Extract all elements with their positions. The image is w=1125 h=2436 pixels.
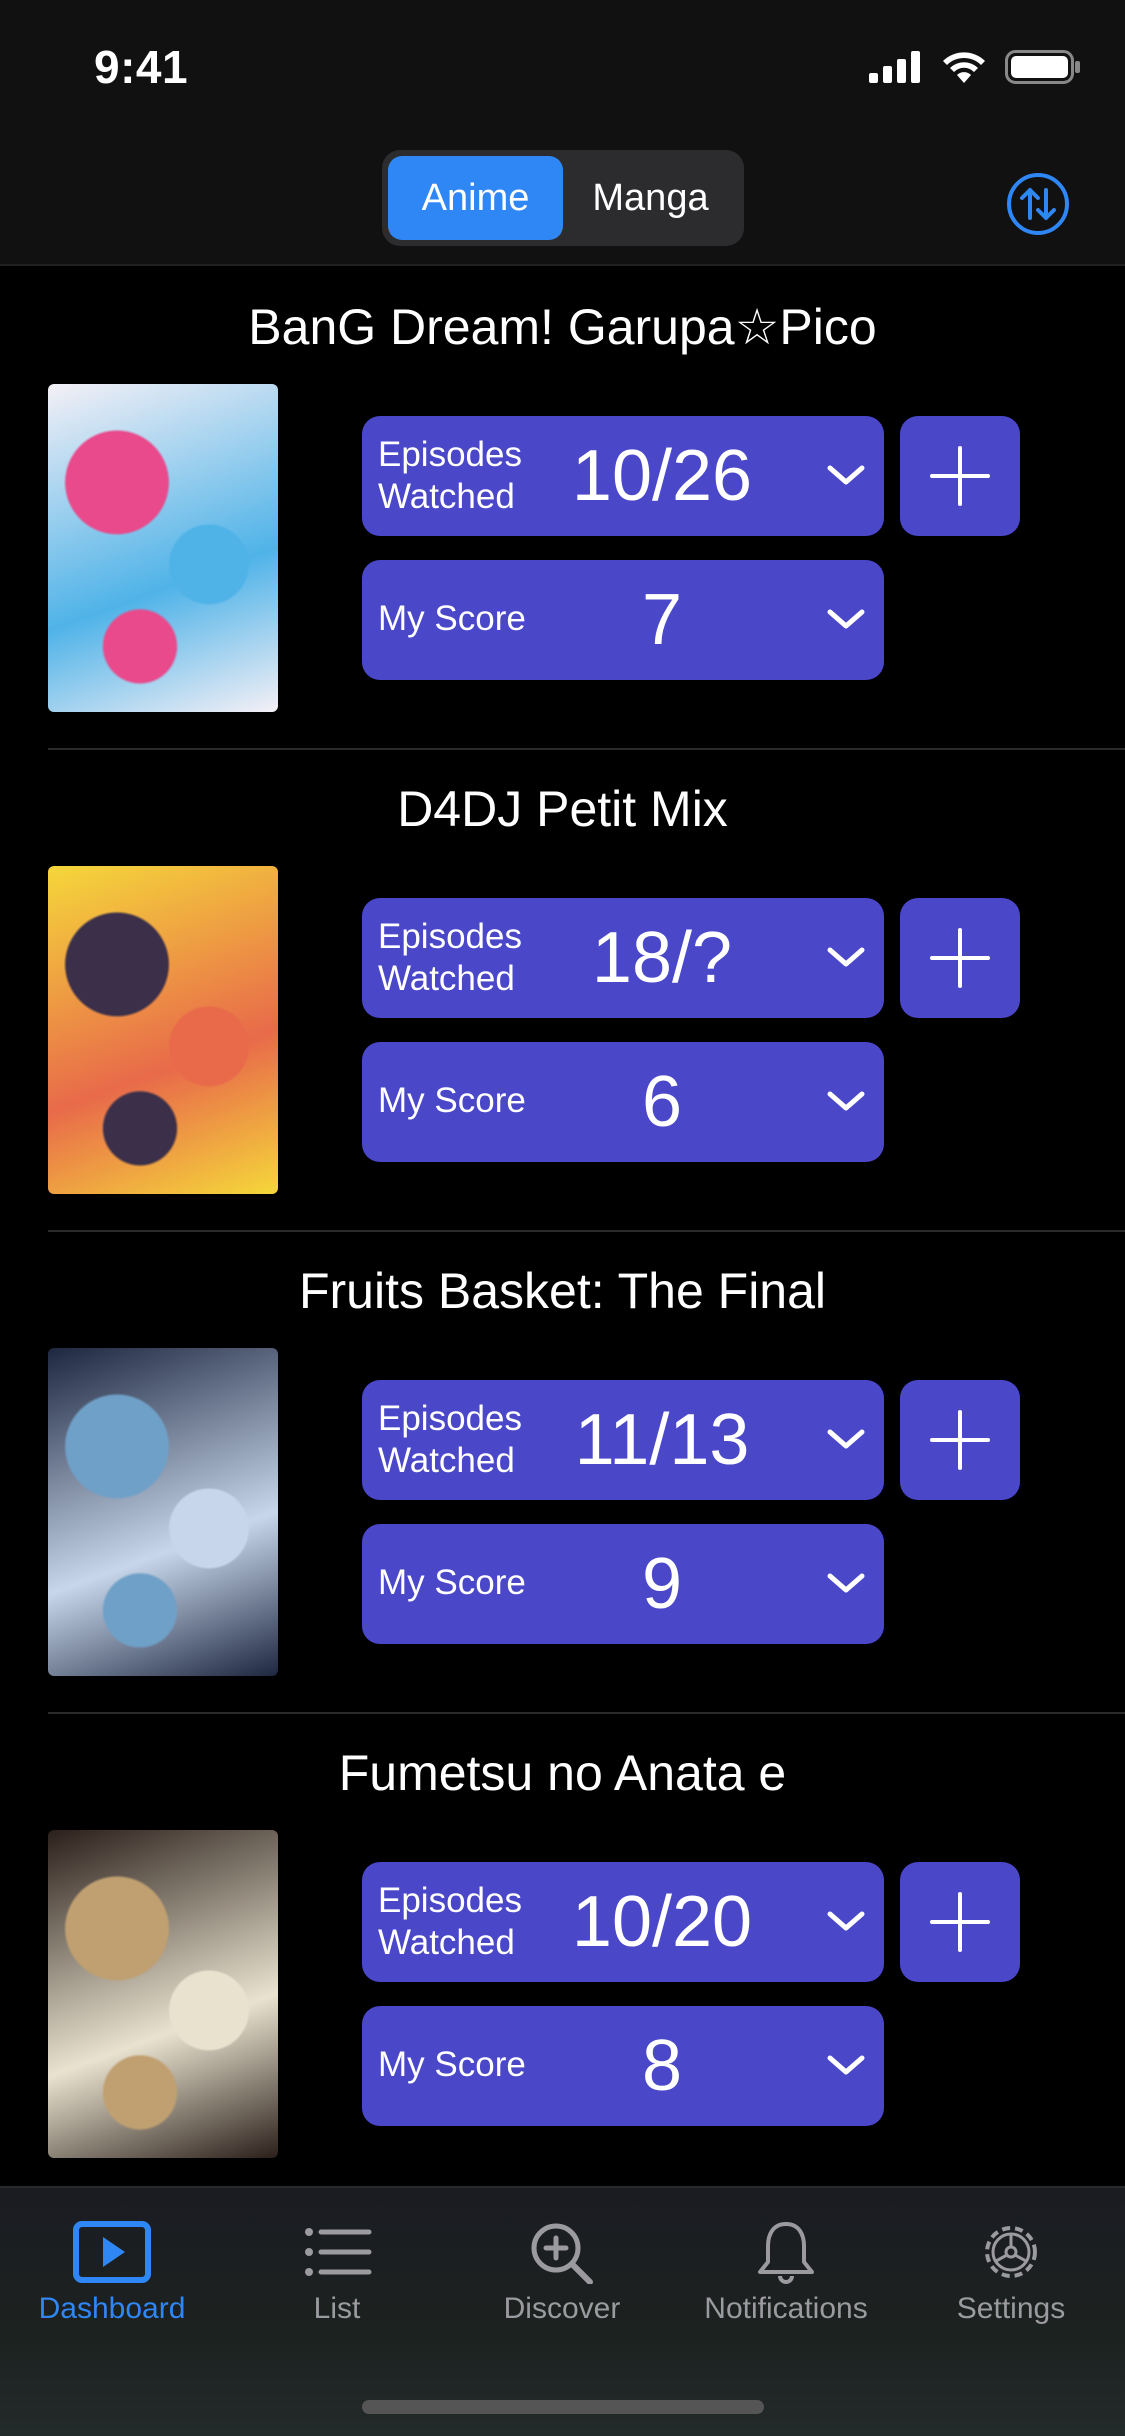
home-indicator[interactable] [362,2400,764,2414]
cover-image[interactable] [48,384,278,712]
episodes-watched-dropdown[interactable]: Episodes Watched 10/26 [362,416,884,536]
segment-manga[interactable]: Manga [563,156,738,240]
episodes-value: 18/? [591,918,733,998]
score-value: 6 [641,1062,683,1142]
cellular-signal-icon [869,51,920,83]
tab-label: Settings [956,2292,1066,2325]
chevron-down-icon [827,1911,865,1931]
my-score-dropdown[interactable]: My Score 9 [362,1524,884,1644]
tab-label: Discover [503,2292,621,2325]
tab-settings[interactable]: Settings [911,2220,1111,2326]
plus-icon [930,446,990,506]
episodes-value: 11/13 [574,1400,750,1480]
header: Anime Manga [0,140,1125,266]
increment-episode-button[interactable] [900,1862,1020,1982]
my-score-dropdown[interactable]: My Score 7 [362,560,884,680]
list-icon [305,2228,372,2276]
plus-icon [930,928,990,988]
status-time: 9:41 [94,41,189,93]
list-item: Fumetsu no Anata e Episodes Watched 10/20… [48,1714,1125,2196]
list-item: Fruits Basket: The Final Episodes Watched… [48,1232,1125,1714]
anime-list: BanG Dream! Garupa☆Pico Episodes Watched … [0,268,1125,2196]
entry-title[interactable]: Fruits Basket: The Final [0,1262,1125,1320]
media-type-segmented-control: Anime Manga [382,150,744,246]
score-value: 9 [641,1544,683,1624]
increment-episode-button[interactable] [900,1380,1020,1500]
chevron-down-icon [827,465,865,485]
episodes-label: Episodes Watched [378,435,522,516]
tab-label: Notifications [704,2292,868,2325]
tab-dashboard[interactable]: Dashboard [12,2220,212,2326]
list-item: BanG Dream! Garupa☆Pico Episodes Watched … [48,268,1125,750]
increment-episode-button[interactable] [900,898,1020,1018]
episodes-watched-dropdown[interactable]: Episodes Watched 11/13 [362,1380,884,1500]
wifi-icon [943,52,985,83]
increment-episode-button[interactable] [900,416,1020,536]
score-value: 8 [641,2026,683,2106]
cover-image[interactable] [48,1348,278,1676]
status-bar: 9:41 [0,0,1125,140]
tab-bar: Dashboard List Discover Notifications Se… [0,2186,1125,2436]
sort-arrows-icon[interactable] [1006,172,1070,236]
score-label: My Score [378,599,526,638]
segment-anime[interactable]: Anime [388,156,563,240]
plus-icon [930,1410,990,1470]
episodes-label: Episodes Watched [378,1399,522,1480]
play-icon [73,2221,151,2283]
score-label: My Score [378,1081,526,1120]
my-score-dropdown[interactable]: My Score 6 [362,1042,884,1162]
entry-title[interactable]: Fumetsu no Anata e [0,1744,1125,1802]
episodes-label: Episodes Watched [378,1881,522,1962]
chevron-down-icon [827,2055,865,2075]
chevron-down-icon [827,947,865,967]
episodes-value: 10/26 [571,436,753,516]
entry-title[interactable]: D4DJ Petit Mix [0,780,1125,838]
episodes-value: 10/20 [571,1882,753,1962]
tab-notifications[interactable]: Notifications [686,2220,886,2326]
episodes-watched-dropdown[interactable]: Episodes Watched 18/? [362,898,884,1018]
chevron-down-icon [827,1429,865,1449]
tab-label: Dashboard [38,2292,186,2325]
plus-icon [930,1892,990,1952]
gear-icon [985,2226,1037,2278]
cover-image[interactable] [48,1830,278,2158]
list-item: D4DJ Petit Mix Episodes Watched 18/? My S… [48,750,1125,1232]
bell-icon [758,2222,814,2284]
score-label: My Score [378,1563,526,1602]
tab-list[interactable]: List [237,2220,437,2326]
tab-label: List [313,2292,361,2325]
tab-discover[interactable]: Discover [462,2220,662,2326]
my-score-dropdown[interactable]: My Score 8 [362,2006,884,2126]
score-label: My Score [378,2045,526,2084]
episodes-watched-dropdown[interactable]: Episodes Watched 10/20 [362,1862,884,1982]
status-icons [869,50,1081,84]
chevron-down-icon [827,1091,865,1111]
magnifier-plus-icon [531,2223,593,2284]
chevron-down-icon [827,609,865,629]
cover-image[interactable] [48,866,278,1194]
score-value: 7 [641,580,683,660]
chevron-down-icon [827,1573,865,1593]
episodes-label: Episodes Watched [378,917,522,998]
battery-icon [1005,50,1080,84]
entry-title[interactable]: BanG Dream! Garupa☆Pico [0,298,1125,356]
